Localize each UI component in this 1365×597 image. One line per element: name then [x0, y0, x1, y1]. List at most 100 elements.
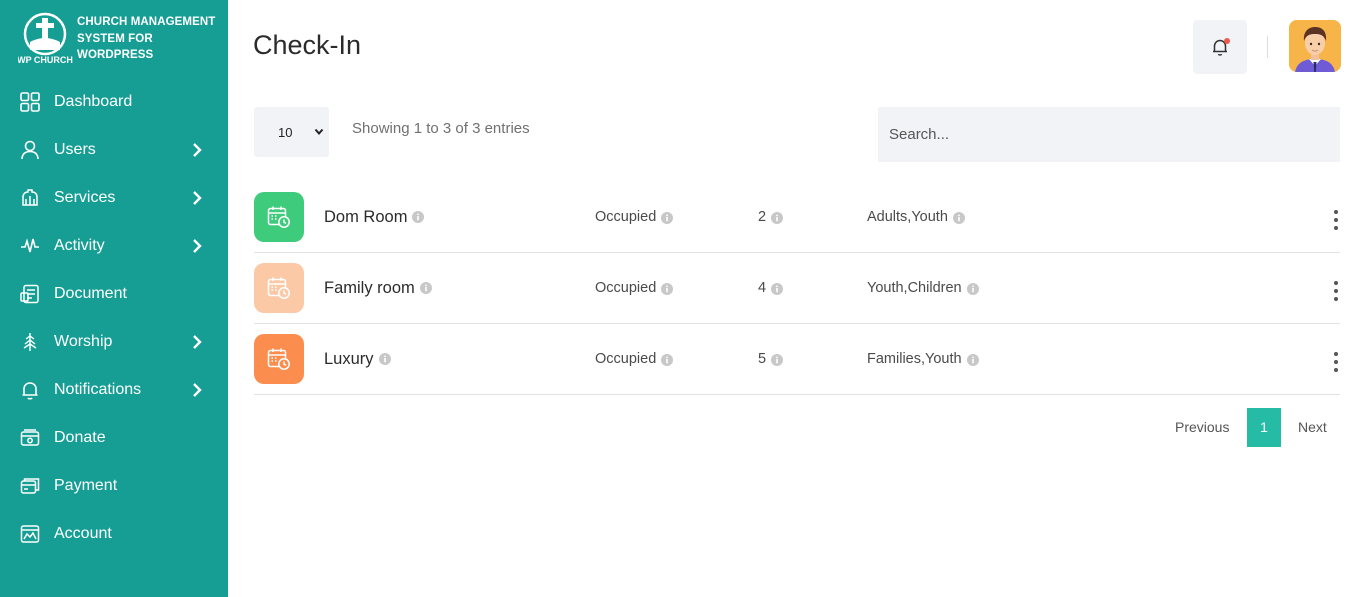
pagination-page-current[interactable]: 1: [1247, 408, 1281, 447]
room-groups: Families,Youth: [867, 351, 979, 368]
sidebar-item-label: Activity: [54, 237, 105, 254]
app-root: WP CHURCH CHURCH MANAGEMENT SYSTEM FOR W…: [0, 0, 1365, 597]
info-icon[interactable]: [771, 211, 784, 224]
sidebar-item-label: Notifications: [54, 381, 142, 398]
sidebar: WP CHURCH CHURCH MANAGEMENT SYSTEM FOR W…: [0, 0, 228, 597]
sidebar-item-label: Users: [54, 141, 96, 158]
bell-icon: [20, 380, 40, 400]
info-icon[interactable]: [378, 353, 391, 365]
chevron-right-icon[interactable]: [190, 382, 204, 398]
sidebar-nav: Dashboard Users Services Activity Docume…: [0, 78, 228, 558]
row-menu-kebab-icon[interactable]: [1330, 280, 1342, 302]
avatar[interactable]: [1289, 20, 1341, 72]
info-icon[interactable]: [771, 282, 784, 295]
sidebar-item-users[interactable]: Users: [0, 126, 228, 174]
chevron-right-icon[interactable]: [190, 142, 204, 158]
header-divider: [1267, 36, 1268, 58]
checkin-table: Dom Room Occupied 2 Adults,Youth Family …: [254, 182, 1340, 395]
info-icon[interactable]: [419, 282, 432, 294]
logo-lettering: WP CHURCH: [18, 55, 73, 65]
page-title: Check-In: [253, 30, 362, 60]
room-status: Occupied: [595, 209, 674, 226]
calendar-clock-icon: [267, 206, 290, 228]
sidebar-item-document[interactable]: Document: [0, 270, 228, 318]
chevron-right-icon[interactable]: [190, 238, 204, 254]
activity-pulse-icon: [20, 236, 40, 256]
room-icon: [254, 192, 304, 242]
room-status: Occupied: [595, 280, 674, 297]
table-row[interactable]: Family room Occupied 4 Youth,Children: [254, 253, 1340, 324]
room-count: 4: [758, 280, 784, 297]
room-name: Family room: [324, 278, 432, 298]
notifications-button[interactable]: [1193, 20, 1247, 74]
sidebar-item-label: Worship: [54, 333, 113, 350]
brand-line-3: WORDPRESS: [77, 49, 154, 61]
room-name: Luxury: [324, 349, 391, 369]
room-groups-text: Youth,Children: [867, 280, 962, 296]
services-icon: [20, 188, 40, 208]
sidebar-item-dashboard[interactable]: Dashboard: [0, 78, 228, 126]
room-name-text: Luxury: [324, 350, 374, 368]
row-menu-kebab-icon[interactable]: [1330, 209, 1342, 231]
pagination-previous[interactable]: Previous: [1175, 419, 1229, 436]
sidebar-item-label: Account: [54, 525, 112, 542]
brand-name: CHURCH MANAGEMENT SYSTEM FOR WORDPRESS: [77, 14, 215, 64]
entries-info: Showing 1 to 3 of 3 entries: [352, 120, 530, 137]
row-menu-kebab-icon[interactable]: [1330, 351, 1342, 373]
room-groups: Adults,Youth: [867, 209, 965, 226]
payment-card-icon: [20, 476, 40, 496]
room-icon: [254, 263, 304, 313]
document-icon: [20, 284, 40, 304]
info-icon[interactable]: [771, 353, 784, 366]
sidebar-item-label: Donate: [54, 429, 106, 446]
room-status-text: Occupied: [595, 280, 657, 296]
notification-dot: [1224, 38, 1230, 44]
search-input[interactable]: [878, 107, 1340, 162]
brand[interactable]: WP CHURCH CHURCH MANAGEMENT SYSTEM FOR W…: [18, 12, 218, 68]
info-icon[interactable]: [966, 353, 979, 366]
info-icon[interactable]: [661, 353, 674, 366]
info-icon[interactable]: [661, 211, 674, 224]
info-icon[interactable]: [412, 211, 425, 223]
room-count: 5: [758, 351, 784, 368]
pagination-next[interactable]: Next: [1298, 419, 1327, 436]
room-status-text: Occupied: [595, 209, 657, 225]
chevron-right-icon[interactable]: [190, 190, 204, 206]
page-length-value: 10: [278, 125, 293, 140]
donate-icon: [20, 428, 40, 448]
chevron-down-icon: [314, 128, 324, 136]
chevron-right-icon[interactable]: [190, 334, 204, 350]
sidebar-item-notifications[interactable]: Notifications: [0, 366, 228, 414]
sidebar-item-label: Services: [54, 189, 116, 206]
user-avatar-icon: [1289, 20, 1341, 72]
sidebar-item-payment[interactable]: Payment: [0, 462, 228, 510]
room-count-text: 2: [758, 209, 767, 225]
room-count: 2: [758, 209, 784, 226]
room-status: Occupied: [595, 351, 674, 368]
sidebar-item-account[interactable]: Account: [0, 510, 228, 558]
brand-line-1: CHURCH MANAGEMENT: [77, 16, 216, 28]
room-count-text: 4: [758, 280, 767, 296]
page-length-select[interactable]: 10: [254, 107, 329, 157]
room-groups-text: Families,Youth: [867, 351, 962, 367]
sidebar-item-donate[interactable]: Donate: [0, 414, 228, 462]
sidebar-item-activity[interactable]: Activity: [0, 222, 228, 270]
room-count-text: 5: [758, 351, 767, 367]
worship-icon: [20, 332, 40, 352]
brand-line-2: SYSTEM FOR: [77, 32, 153, 45]
dashboard-grid-icon: [20, 92, 40, 112]
info-icon[interactable]: [966, 282, 979, 295]
room-name-text: Family room: [324, 279, 415, 297]
sidebar-item-label: Payment: [54, 477, 118, 494]
church-logo-icon: WP CHURCH: [18, 12, 73, 65]
info-icon[interactable]: [661, 282, 674, 295]
info-icon[interactable]: [952, 211, 965, 224]
room-name-text: Dom Room: [324, 208, 408, 226]
sidebar-item-label: Document: [54, 285, 127, 302]
sidebar-item-services[interactable]: Services: [0, 174, 228, 222]
table-row[interactable]: Luxury Occupied 5 Families,Youth: [254, 324, 1340, 395]
room-name: Dom Room: [324, 207, 425, 227]
room-groups-text: Adults,Youth: [867, 209, 948, 225]
table-row[interactable]: Dom Room Occupied 2 Adults,Youth: [254, 182, 1340, 253]
sidebar-item-worship[interactable]: Worship: [0, 318, 228, 366]
